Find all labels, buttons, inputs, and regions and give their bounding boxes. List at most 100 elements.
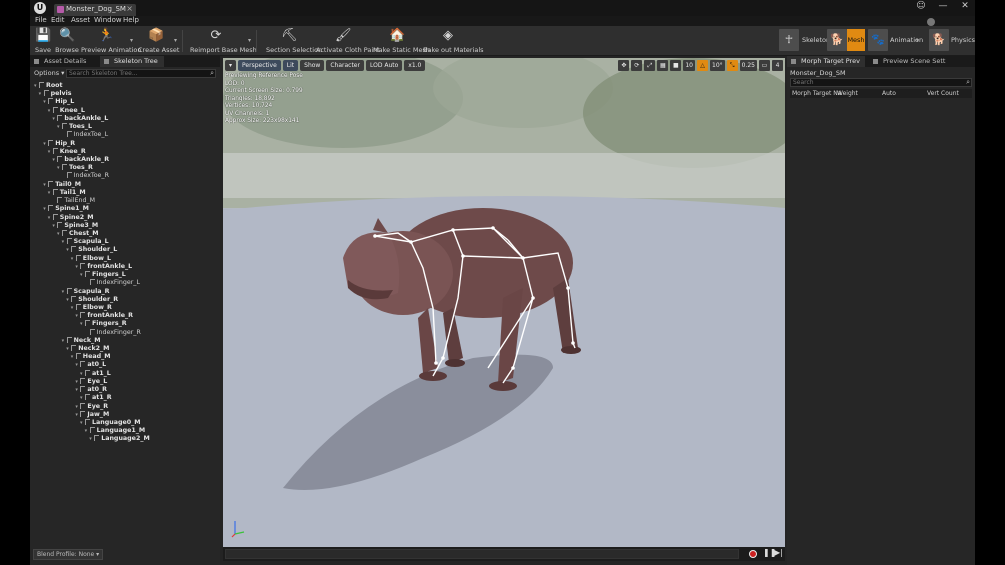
reimport-base-mesh-button[interactable]: ⟳ Reimport Base Mesh <box>190 26 257 56</box>
step-forward-button[interactable]: ▶| <box>774 548 783 557</box>
bone-tree-row[interactable]: ▾ Spine2_M <box>48 213 94 222</box>
translate-tool-icon[interactable]: ✥ <box>618 60 630 71</box>
preview-viewport[interactable]: ▾ Perspective Lit Show Character LOD Aut… <box>223 58 785 547</box>
bone-tree-row[interactable]: ▾ Neck2_M <box>66 345 109 353</box>
tab-preview-scene-settings[interactable]: Preview Scene Sett <box>869 56 949 67</box>
lit-button[interactable]: Lit <box>282 60 299 71</box>
tab-skeleton-tree[interactable]: Skeleton Tree <box>100 56 164 67</box>
column-morph-target-name[interactable]: Morph Target Na <box>792 90 841 97</box>
bone-tree-row[interactable]: ▾ Fingers_L <box>80 271 126 279</box>
bone-tree-row[interactable]: ▾ Root <box>34 82 63 90</box>
close-window-button[interactable]: ✕ <box>959 1 971 11</box>
mode-animation[interactable]: 🐾 Animation ▾ <box>868 29 924 51</box>
camera-speed-value[interactable]: 4 <box>772 60 783 71</box>
scale-tool-icon[interactable]: ⤢ <box>644 60 656 71</box>
menu-asset[interactable]: Asset <box>71 16 90 24</box>
bone-tree-row[interactable]: ▾ Eye_L <box>75 377 107 386</box>
column-vert-count[interactable]: Vert Count <box>927 90 959 97</box>
bone-tree-row[interactable]: ▾ at0_L <box>75 361 106 369</box>
options-dropdown[interactable]: Options ▾ <box>34 69 64 77</box>
perspective-button[interactable]: Perspective <box>238 60 281 71</box>
mode-skeleton[interactable]: ☥ Skeleton <box>779 29 830 51</box>
scale-snap-icon[interactable]: ⤡ <box>726 60 738 71</box>
bone-tree-row[interactable]: ▾ Eye_R <box>75 402 108 411</box>
grid-snap-icon[interactable]: ▦ <box>657 60 669 71</box>
preview-animation-button[interactable]: 🏃 Preview Animation <box>81 26 142 56</box>
blend-profile-dropdown[interactable]: Blend Profile: None ▾ <box>33 549 104 560</box>
show-button[interactable]: Show <box>300 60 325 71</box>
bone-tree-row[interactable]: ▾ Spine1_M <box>43 205 89 213</box>
bone-tree-row[interactable]: ▾ Elbow_R <box>71 303 112 312</box>
menu-file[interactable]: File <box>35 16 47 24</box>
bone-tree-row[interactable]: ▾ Language1_M <box>85 427 145 435</box>
bone-tree-row[interactable]: ▾ Head_M <box>71 353 111 361</box>
skeleton-search-input[interactable] <box>69 70 203 77</box>
unreal-logo-icon[interactable]: U <box>34 2 46 14</box>
bone-tree-row[interactable]: ▾ Elbow_L <box>71 254 111 263</box>
bone-tree-row[interactable]: ▾ Jaw_M <box>75 410 109 419</box>
rotation-snap-icon[interactable]: △ <box>697 60 708 71</box>
bone-tree-row[interactable]: ▾ Shoulder_R <box>66 295 118 304</box>
bone-tree-row[interactable]: ▾ Language0_M <box>80 419 141 427</box>
bone-tree-row[interactable]: ▾ at0_R <box>75 386 107 394</box>
menu-help[interactable]: Help <box>123 16 139 24</box>
bone-tree-row[interactable]: ▾ pelvis <box>39 90 72 98</box>
bone-tree-row[interactable]: ▾ Scapula_R <box>62 287 110 296</box>
surface-snap-icon[interactable]: ■ <box>670 60 682 71</box>
bone-tree-row[interactable]: IndexFinger_L <box>85 279 140 287</box>
scale-snap-value[interactable]: 0.25 <box>739 60 757 71</box>
bone-tree-row[interactable]: ▾ Knee_R <box>48 147 86 156</box>
record-button[interactable] <box>749 550 757 558</box>
skeleton-search[interactable]: ⌕ <box>66 69 216 78</box>
section-selection-button[interactable]: ⛏ Section Selection <box>266 26 322 56</box>
morph-search[interactable]: ⌕ <box>790 78 972 87</box>
animation-dropdown-icon[interactable]: ▾ <box>916 37 919 44</box>
mode-mesh[interactable]: 🐕 Mesh <box>827 29 865 51</box>
bone-tree-row[interactable]: ▾ Tail1_M <box>48 188 86 197</box>
minimize-button[interactable]: — <box>937 1 949 11</box>
create-asset-dropdown-icon[interactable]: ▾ <box>174 37 177 44</box>
bone-tree-row[interactable]: ▾ at1_L <box>80 369 111 378</box>
bone-tree-row[interactable]: ▾ Shoulder_L <box>66 246 117 254</box>
bone-tree-row[interactable]: IndexToe_L <box>62 131 108 139</box>
menu-edit[interactable]: Edit <box>51 16 65 24</box>
bone-tree-row[interactable]: ▾ Neck_M <box>62 336 100 345</box>
source-control-icon[interactable] <box>927 18 935 26</box>
timeline-scrubber[interactable] <box>225 549 739 559</box>
menu-window[interactable]: Window <box>94 16 122 24</box>
bone-tree-row[interactable]: ▾ Toes_R <box>57 164 93 172</box>
asset-document-tab[interactable]: Monster_Dog_SM × <box>54 4 136 16</box>
bone-tree-row[interactable]: TailEnd_M <box>52 197 95 205</box>
bone-tree-row[interactable]: ▾ Hip_R <box>43 139 75 148</box>
rotate-tool-icon[interactable]: ⟳ <box>631 60 643 71</box>
bone-tree-row[interactable]: ▾ Scapula_L <box>62 238 109 246</box>
rotation-snap-value[interactable]: 10° <box>710 60 725 71</box>
playback-speed-button[interactable]: x1.0 <box>404 60 426 71</box>
bone-tree-row[interactable]: ▾ Knee_L <box>48 106 85 115</box>
bone-tree-row[interactable]: ▾ Language2_M <box>89 435 150 443</box>
camera-speed-icon[interactable]: ▭ <box>759 60 770 71</box>
morph-search-input[interactable] <box>793 79 961 86</box>
bone-tree-row[interactable]: ▾ Fingers_R <box>80 320 127 328</box>
bone-tree-row[interactable]: ▾ at1_R <box>80 394 112 402</box>
tab-asset-details[interactable]: Asset Details <box>30 56 96 67</box>
bone-tree-row[interactable]: ▾ Chest_M <box>57 229 99 238</box>
close-tab-icon[interactable]: × <box>126 4 133 13</box>
column-auto[interactable]: Auto <box>882 90 896 97</box>
user-icon[interactable]: ☺ <box>915 1 927 11</box>
bone-tree-row[interactable]: ▾ frontAnkle_L <box>75 262 132 271</box>
bone-tree-row[interactable]: ▾ frontAnkle_R <box>75 312 133 320</box>
make-static-mesh-button[interactable]: 🏠 Make Static Mesh <box>373 26 430 56</box>
bone-tree-row[interactable]: IndexFinger_R <box>85 328 141 337</box>
bone-tree-row[interactable]: ▾ Spine3_M <box>52 221 98 230</box>
browse-button[interactable]: 🔍 Browse <box>55 26 79 56</box>
column-weight[interactable]: Weight <box>837 90 858 97</box>
grid-snap-value[interactable]: 10 <box>683 60 695 71</box>
reimport-dropdown-icon[interactable]: ▾ <box>248 37 251 44</box>
lod-button[interactable]: LOD Auto <box>365 60 403 71</box>
tab-morph-target-preview[interactable]: Morph Target Prev <box>787 56 865 67</box>
bone-tree-row[interactable]: ▾ backAnkle_L <box>52 114 108 123</box>
bone-tree-row[interactable]: ▾ Tail0_M <box>43 180 81 189</box>
viewport-options-button[interactable]: ▾ <box>225 60 237 71</box>
save-button[interactable]: 💾 Save <box>33 26 53 56</box>
